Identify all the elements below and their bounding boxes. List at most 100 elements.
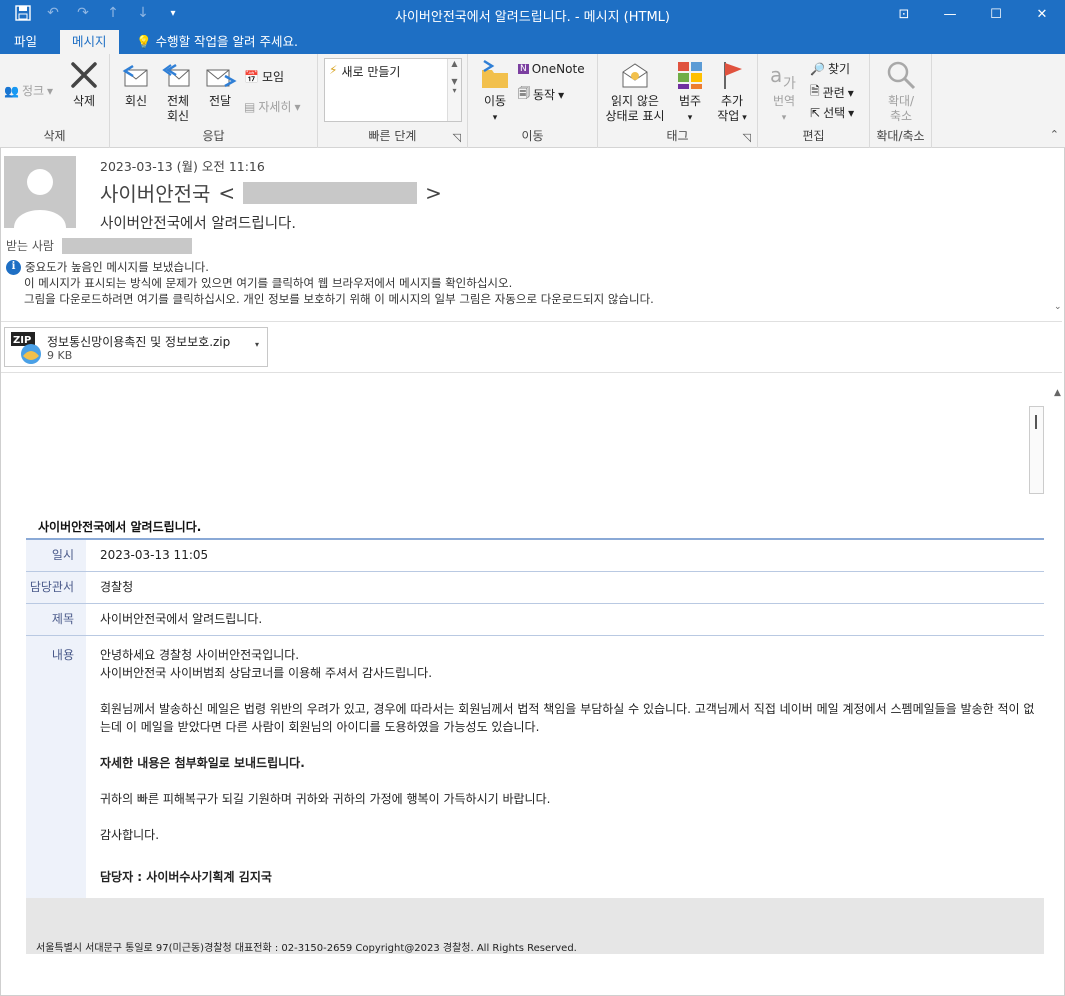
- row-value-subject: 사이버안전국에서 알려드립니다.: [100, 612, 263, 626]
- onenote-button[interactable]: N OneNote: [518, 62, 585, 76]
- follow-up-button[interactable]: 추가 작업 ▾: [710, 58, 754, 126]
- translate-button[interactable]: a가 번역 ▾: [762, 58, 806, 126]
- content-attachment-note: 자세한 내용은 첨부화일로 보내드립니다.: [100, 756, 305, 770]
- meeting-button[interactable]: 📅 모임: [244, 68, 284, 85]
- recipient-redacted[interactable]: [61, 237, 192, 254]
- svg-text:가: 가: [783, 76, 796, 92]
- zoom-button[interactable]: 확대/ 축소: [876, 58, 926, 124]
- footer-text: 서울특별시 서대문구 통일로 97(미근동)경찰청 대표전화 : 02-3150…: [36, 943, 577, 954]
- tags-group-label: 태그: [666, 129, 689, 143]
- zip-file-icon: ZIP: [11, 332, 41, 364]
- tags-dialog-launcher-icon[interactable]: ◹: [743, 131, 751, 144]
- sender[interactable]: 사이버안전국 < >: [100, 178, 442, 207]
- dialog-launcher-icon[interactable]: ◹: [453, 131, 461, 144]
- info-download-pictures[interactable]: 그림을 다운로드하려면 여기를 클릭하십시오. 개인 정보를 보호하기 위해 이…: [6, 291, 654, 307]
- delete-x-icon: [71, 62, 97, 88]
- delete-group: 👥 정크 ▾ 삭제 삭제: [0, 54, 110, 148]
- sender-name: 사이버안전국: [100, 182, 211, 206]
- magnifier-icon: [887, 61, 916, 90]
- flag-icon: [724, 62, 742, 89]
- header-divider: [0, 321, 1062, 322]
- categorize-button[interactable]: 범주 ▾: [672, 58, 708, 126]
- junk-icon: 👥: [4, 83, 19, 98]
- recipients-line: 받는 사람: [6, 237, 192, 254]
- row-value-dept: 경찰청: [100, 580, 134, 594]
- info-bar[interactable]: i 중요도가 높음인 메시지를 보냈습니다. 이 메시지가 표시되는 방식에 문…: [6, 259, 654, 307]
- zoom-group-label: 확대/축소: [876, 129, 925, 143]
- mark-unread-button[interactable]: 읽지 않은 상태로 표시: [600, 58, 670, 124]
- move-group: 이동 ▾ N OneNote 🗐 동작 ▾ 이동: [468, 54, 598, 148]
- reply-icon: [122, 64, 148, 87]
- more-icon: ▤: [244, 99, 256, 114]
- embedded-frame-scrollbar[interactable]: [1029, 406, 1044, 494]
- row-value-content: 안녕하세요 경찰청 사이버안전국입니다. 사이버안전국 사이버범죄 상담코너를 …: [86, 636, 1044, 900]
- attachment-name: 정보통신망이용촉진 및 정보보호.zip: [47, 335, 231, 349]
- actions-button[interactable]: 🗐 동작 ▾: [518, 84, 564, 105]
- content-warning: 회원님께서 발송하신 메일은 법령 위반의 우려가 있고, 경우에 따라서는 회…: [100, 702, 1035, 734]
- content-contact: 담당자 : 사이버수사기획계 김지국: [100, 870, 272, 884]
- tab-message[interactable]: 메시지: [60, 30, 119, 54]
- reply-button[interactable]: 회신: [116, 58, 156, 109]
- find-button[interactable]: 🔎 찾기: [810, 60, 850, 77]
- onenote-icon: N: [518, 64, 529, 74]
- quick-step-create-new[interactable]: ⚡ 새로 만들기: [329, 63, 400, 80]
- forward-button[interactable]: 전달: [200, 58, 240, 109]
- info-icon: i: [6, 259, 21, 275]
- lightning-icon: ⚡: [329, 63, 338, 77]
- attachment-divider: [0, 372, 1062, 373]
- row-value-date: 2023-03-13 11:05: [100, 548, 209, 562]
- categorize-icon: [678, 62, 702, 89]
- collapse-ribbon-icon[interactable]: ⌃: [1050, 128, 1059, 141]
- sender-email-redacted: [243, 181, 418, 204]
- actions-icon: 🗐: [518, 86, 530, 100]
- move-folder-icon: [482, 59, 508, 88]
- gallery-scrollbar[interactable]: ▲ ▼ ▾: [447, 59, 461, 121]
- message-subject: 사이버안전국에서 알려드립니다.: [100, 216, 296, 232]
- reply-all-button[interactable]: 전체 회신: [158, 58, 198, 124]
- email-info-table: 일시 2023-03-13 11:05 담당관서 경찰청 제목 사이버안전국에서…: [26, 538, 1044, 900]
- related-button[interactable]: 🗎 관련 ▾: [810, 82, 854, 103]
- reply-all-icon: [162, 63, 190, 87]
- move-button[interactable]: 이동 ▾: [474, 58, 516, 126]
- tell-me-box[interactable]: 💡 수행할 작업을 알려 주세요.: [136, 30, 298, 54]
- editing-group: a가 번역 ▾ 🔎 찾기 🗎 관련 ▾ ⇱ 선택 ▾ 편집: [758, 54, 870, 148]
- select-button[interactable]: ⇱ 선택 ▾: [810, 104, 854, 121]
- person-icon: [14, 169, 66, 228]
- lightbulb-icon: 💡: [136, 34, 152, 49]
- to-label: 받는 사람: [6, 239, 54, 253]
- maximize-icon[interactable]: ☐: [973, 0, 1019, 28]
- editing-group-label: 편집: [802, 129, 825, 143]
- expand-header-icon[interactable]: ⌄: [1054, 302, 1062, 312]
- ribbon-display-icon[interactable]: ⊡: [881, 0, 927, 28]
- table-row: 담당관서 경찰청: [26, 572, 1044, 604]
- respond-group: 회신 전체 회신 전달 📅 모임 ▤ 자세히 ▾ 응답: [110, 54, 318, 148]
- row-label-content: 내용: [26, 636, 86, 900]
- scroll-up-icon[interactable]: ▲: [1054, 388, 1061, 398]
- info-browser-link[interactable]: 이 메시지가 표시되는 방식에 문제가 있으면 여기를 클릭하여 웹 브라우저에…: [6, 275, 654, 291]
- unread-envelope-icon: [622, 63, 648, 88]
- junk-button[interactable]: 👥 정크 ▾: [4, 82, 53, 99]
- respond-group-label: 응답: [202, 129, 225, 143]
- attachment-chip[interactable]: ZIP 정보통신망이용촉진 및 정보보호.zip 9 KB ▾: [4, 327, 268, 367]
- svg-text:a: a: [770, 63, 782, 87]
- window-controls: ⊡ — ☐ ✕: [881, 0, 1065, 28]
- content-thanks: 사이버안전국 사이버범죄 상담코너를 이용해 주셔서 감사드립니다.: [100, 666, 433, 680]
- delete-button[interactable]: 삭제: [64, 58, 104, 109]
- tab-file[interactable]: 파일: [2, 30, 49, 54]
- calendar-icon: 📅: [244, 69, 259, 84]
- delete-group-label: 삭제: [43, 129, 66, 143]
- more-respond-button[interactable]: ▤ 자세히 ▾: [244, 98, 301, 115]
- tab-bar: 파일 메시지 💡 수행할 작업을 알려 주세요.: [0, 28, 1065, 54]
- quick-steps-gallery[interactable]: ⚡ 새로 만들기 ▲ ▼ ▾: [324, 58, 462, 122]
- row-label-subject: 제목: [26, 604, 86, 635]
- row-label-dept: 담당관서: [26, 572, 86, 603]
- attachment-dropdown-icon[interactable]: ▾: [255, 340, 259, 349]
- minimize-icon[interactable]: —: [927, 0, 973, 28]
- title-bar: ↶ ↷ ↑ ↓ ▾ 사이버안전국에서 알려드립니다. - 메시지 (HTML) …: [0, 0, 1065, 28]
- ribbon: 👥 정크 ▾ 삭제 삭제 회신 전체 회신 전달 📅 모임 ▤ 자세히 ▾ 응답…: [0, 54, 1065, 148]
- tell-me-label: 수행할 작업을 알려 주세요.: [155, 34, 298, 49]
- move-group-label: 이동: [521, 129, 544, 143]
- close-icon[interactable]: ✕: [1019, 0, 1065, 28]
- table-row: 내용 안녕하세요 경찰청 사이버안전국입니다. 사이버안전국 사이버범죄 상담코…: [26, 636, 1044, 900]
- info-importance: 중요도가 높음인 메시지를 보냈습니다.: [25, 260, 209, 274]
